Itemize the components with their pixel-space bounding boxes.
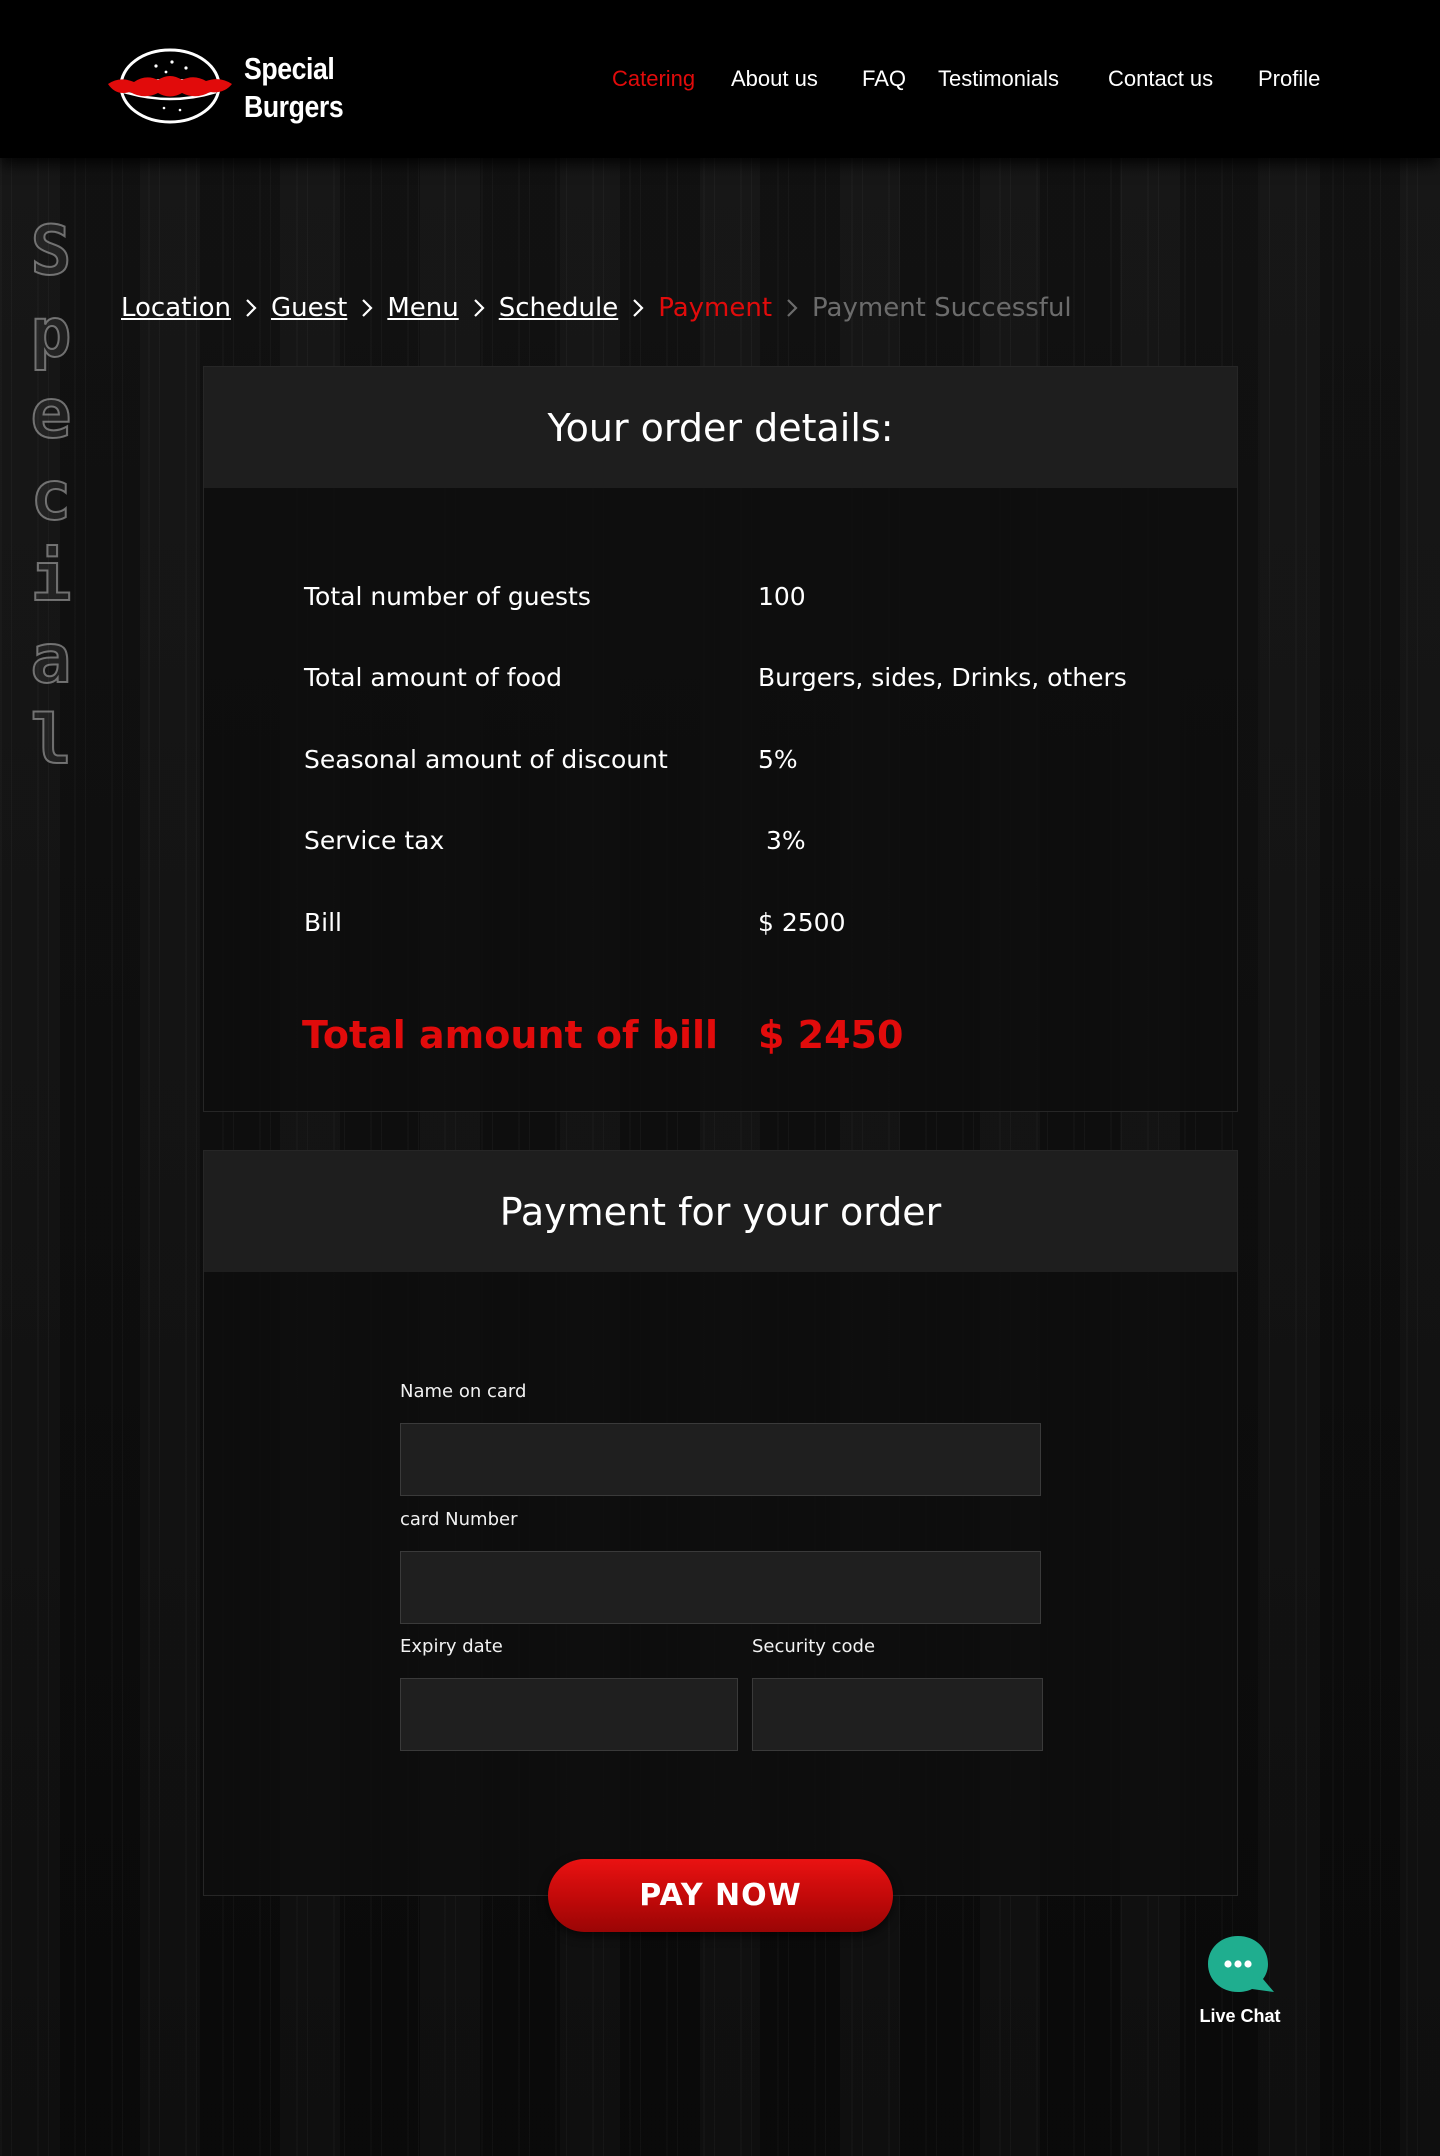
order-row-label: Service tax: [304, 826, 445, 855]
chevron-right-icon: [772, 298, 812, 318]
live-chat-widget[interactable]: Live Chat: [1190, 1934, 1290, 2034]
payment-card: Payment for your order Name on card card…: [203, 1150, 1238, 1896]
breadcrumb-step-schedule[interactable]: Schedule: [499, 293, 618, 323]
breadcrumb-step-guest[interactable]: Guest: [271, 293, 347, 323]
order-row-guests: Total number of guests 100: [304, 577, 1184, 617]
order-total-value: $ 2450: [758, 1013, 904, 1057]
order-row-bill: Bill $ 2500: [304, 903, 1184, 943]
site-header: Special Burgers Catering About us FAQ Te…: [0, 0, 1440, 158]
chevron-right-icon: [618, 298, 658, 318]
name-on-card-label: Name on card: [400, 1381, 527, 1402]
expiry-date-input[interactable]: [400, 1678, 738, 1751]
nav-item-about-us[interactable]: About us: [731, 64, 818, 94]
breadcrumb-step-payment: Payment: [658, 293, 773, 323]
breadcrumb-step-payment-successful: Payment Successful: [812, 293, 1072, 323]
order-total-label: Total amount of bill: [302, 1013, 719, 1057]
side-letter: c: [30, 456, 73, 537]
nav-item-profile[interactable]: Profile: [1258, 64, 1320, 94]
nav-item-catering[interactable]: Catering: [612, 64, 695, 94]
nav-item-testimonials[interactable]: Testimonials: [938, 64, 1059, 94]
order-row-discount: Seasonal amount of discount 5%: [304, 740, 1184, 780]
order-row-label: Seasonal amount of discount: [304, 745, 668, 774]
chat-bubble-icon: [1208, 1936, 1274, 1992]
payment-title: Payment for your order: [499, 1189, 942, 1234]
breadcrumb-step-menu[interactable]: Menu: [387, 293, 458, 323]
nav-item-faq[interactable]: FAQ: [862, 64, 906, 94]
order-details-header: Your order details:: [204, 367, 1237, 488]
order-row-label: Total amount of food: [304, 663, 563, 692]
order-row-value: 100: [758, 582, 806, 611]
pay-now-button[interactable]: PAY NOW: [548, 1859, 893, 1932]
security-code-label: Security code: [752, 1636, 876, 1657]
security-code-input[interactable]: [752, 1678, 1043, 1751]
order-row-value: $ 2500: [758, 908, 846, 937]
chevron-right-icon: [347, 298, 387, 318]
order-row-label: Total number of guests: [304, 582, 591, 611]
order-total: Total amount of bill $ 2450: [302, 1007, 1182, 1063]
order-row-value: 5%: [758, 745, 798, 774]
chevron-right-icon: [459, 298, 499, 318]
order-row-value: Burgers, sides, Drinks, others: [758, 663, 1127, 692]
card-number-label: card Number: [400, 1509, 518, 1530]
order-row-food: Total amount of food Burgers, sides, Dri…: [304, 658, 1184, 698]
card-number-input[interactable]: [400, 1551, 1041, 1624]
order-details-card: Your order details: Total number of gues…: [203, 366, 1238, 1112]
side-decorative-word: S p e c i a l: [18, 211, 84, 783]
side-letter: p: [30, 293, 73, 374]
nav-item-contact-us[interactable]: Contact us: [1108, 64, 1213, 94]
side-letter: l: [30, 700, 73, 781]
order-row-label: Bill: [304, 908, 342, 937]
side-letter: i: [30, 537, 73, 618]
breadcrumb-step-location[interactable]: Location: [121, 293, 231, 323]
side-letter: a: [30, 619, 73, 700]
order-details-title: Your order details:: [547, 405, 894, 450]
side-letter: e: [30, 374, 73, 455]
main-nav: Catering About us FAQ Testimonials Conta…: [0, 64, 1440, 94]
expiry-date-label: Expiry date: [400, 1636, 503, 1657]
chevron-right-icon: [231, 298, 271, 318]
live-chat-label: Live Chat: [1199, 2006, 1281, 2026]
order-row-value: 3%: [758, 826, 806, 855]
side-letter: S: [30, 211, 73, 292]
payment-header: Payment for your order: [204, 1151, 1237, 1272]
checkout-breadcrumb: Location Guest Menu Schedule Payment Pay…: [121, 290, 1072, 326]
name-on-card-input[interactable]: [400, 1423, 1041, 1496]
order-row-service-tax: Service tax 3%: [304, 821, 1184, 861]
